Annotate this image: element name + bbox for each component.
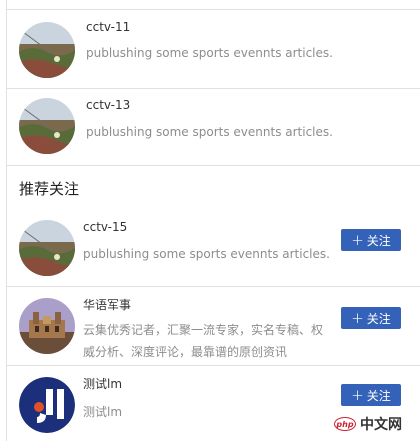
- divider: [6, 165, 420, 166]
- watermark: php 中文网: [334, 411, 402, 437]
- feed-item-description: publushing some sports evennts articles.: [86, 46, 333, 60]
- logo-avatar-icon: [19, 377, 75, 433]
- follow-button-label: 关注: [366, 388, 391, 403]
- follow-button-label: 关注: [366, 233, 391, 248]
- plus-icon: +: [351, 385, 364, 404]
- follow-button[interactable]: + 关注: [341, 307, 401, 329]
- feed-item-name: cctv-11: [86, 20, 131, 34]
- feed-item[interactable]: cctv-13 publushing some sports evennts a…: [6, 89, 420, 165]
- recommend-item-description: 测试lm: [83, 405, 123, 419]
- building-avatar-icon: [19, 298, 75, 354]
- follow-button-label: 关注: [366, 311, 391, 326]
- recommend-item-name: 测试lm: [83, 377, 123, 391]
- landscape-avatar-icon: [19, 98, 75, 154]
- feed-item-name: cctv-13: [86, 98, 131, 112]
- feed-item-description: publushing some sports evennts articles.: [86, 125, 333, 139]
- landscape-avatar-icon: [19, 22, 75, 78]
- watermark-text: 中文网: [360, 417, 402, 433]
- follow-button[interactable]: + 关注: [341, 229, 401, 251]
- follow-button[interactable]: + 关注: [341, 384, 401, 406]
- plus-icon: +: [351, 308, 364, 327]
- recommend-section-title: 推荐关注: [19, 180, 80, 198]
- recommend-item-name: 华语军事: [83, 298, 132, 312]
- php-logo: php: [334, 417, 356, 431]
- recommend-item-description: publushing some sports evennts articles.: [83, 247, 330, 261]
- recommend-item-description: 云集优秀记者，汇聚一流专家，实名专稿、权威分析、深度评论，最靠谱的原创资讯: [83, 323, 324, 359]
- plus-icon: +: [351, 230, 364, 249]
- recommend-item-name: cctv-15: [83, 220, 128, 234]
- landscape-avatar-icon: [19, 220, 75, 276]
- feed-item[interactable]: cctv-11 publushing some sports evennts a…: [6, 10, 420, 88]
